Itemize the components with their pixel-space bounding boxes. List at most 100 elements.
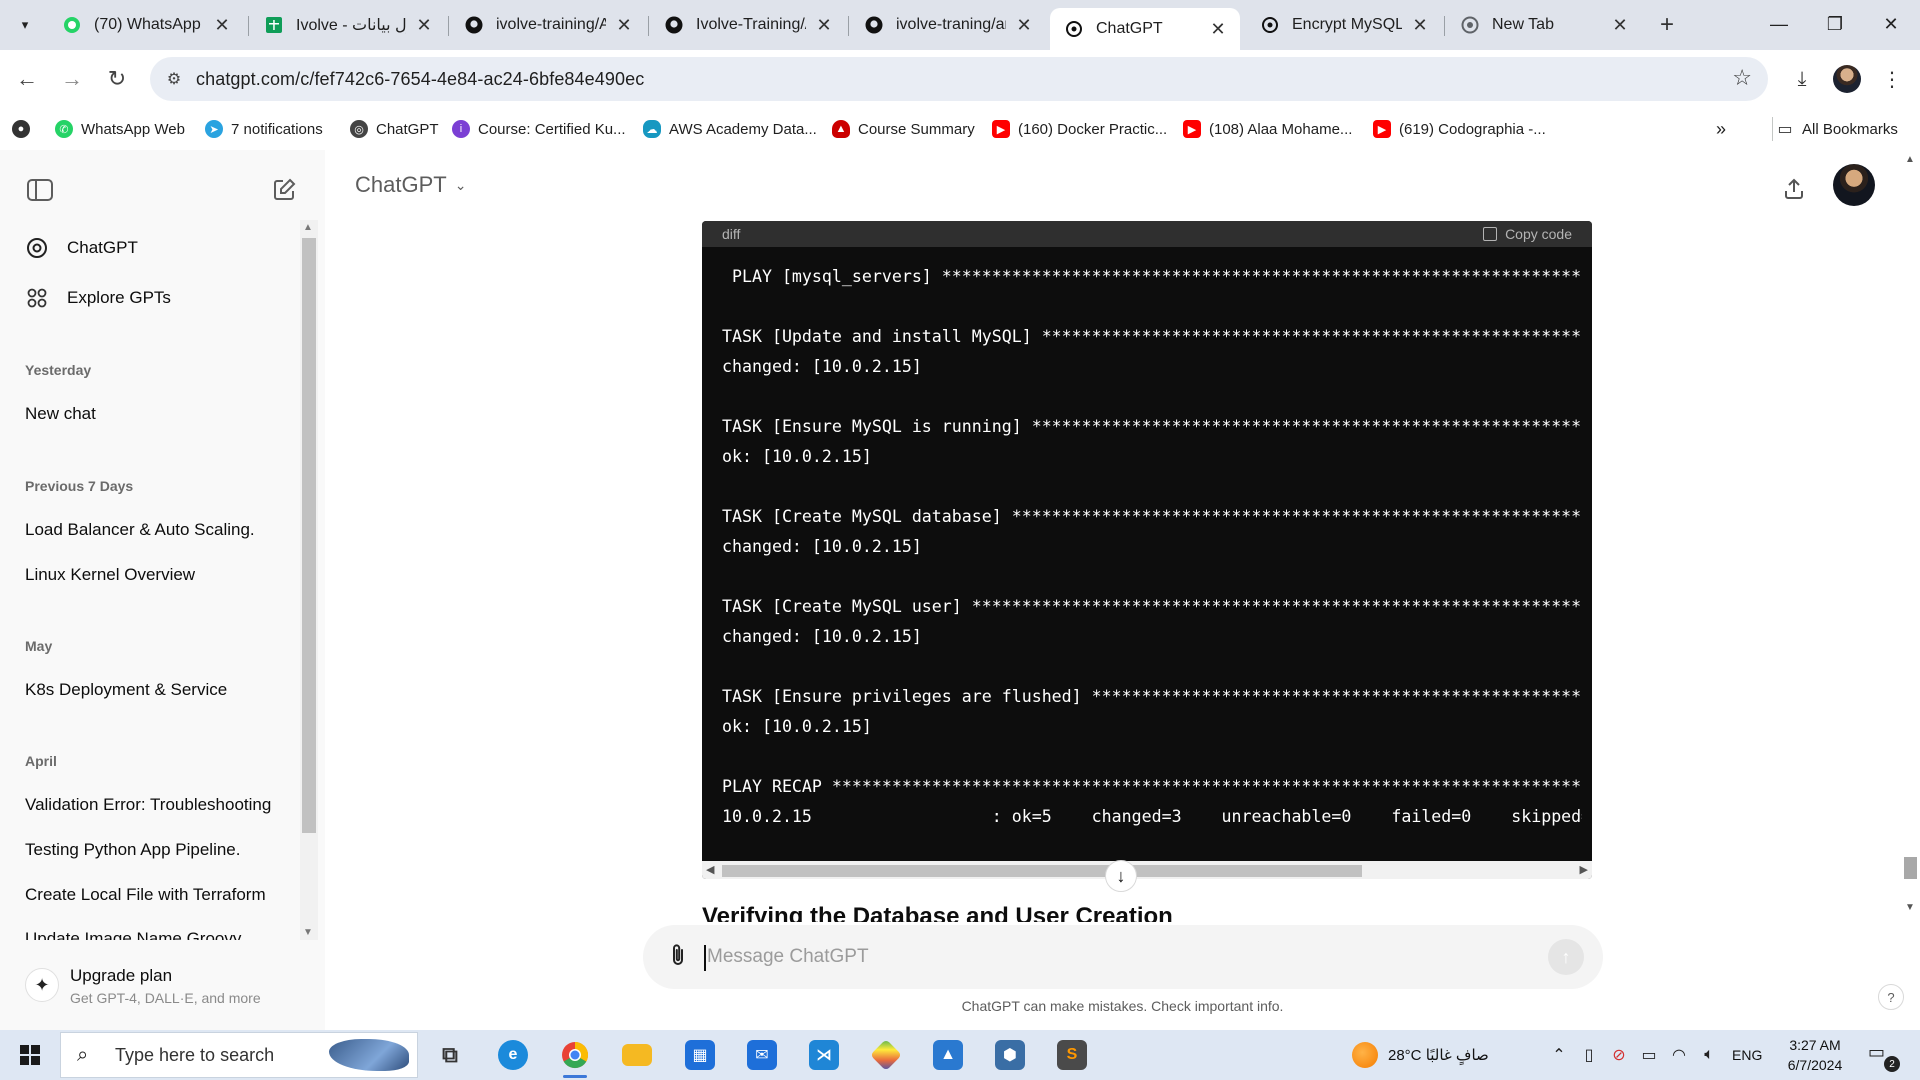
chat-history-item[interactable]: New chat [25, 404, 285, 424]
device-icon[interactable]: ▯ [1578, 1044, 1600, 1066]
restore-button[interactable]: ❐ [1806, 0, 1864, 48]
address-bar[interactable]: ⚙ chatgpt.com/c/fef742c6-7654-4e84-ac24-… [150, 57, 1768, 101]
download-icon[interactable]: ⤓ [1785, 62, 1819, 96]
bookmark-chatgpt[interactable]: ◎ ChatGPT [350, 116, 439, 142]
close-icon[interactable]: ✕ [1014, 15, 1034, 36]
forward-button[interactable]: → [55, 62, 89, 96]
scroll-to-bottom-button[interactable]: ↓ [1105, 860, 1137, 892]
bookmark-aws-academy[interactable]: ☁ AWS Academy Data... [643, 116, 817, 142]
all-bookmarks-button[interactable]: ▭ All Bookmarks [1776, 116, 1897, 142]
scroll-down-arrow-icon[interactable]: ▼ [303, 927, 313, 938]
sidebar-item-chatgpt[interactable]: ChatGPT [25, 230, 138, 266]
sidebar-scrollbar[interactable]: ▲ ▼ [300, 220, 318, 940]
profile-avatar[interactable] [1830, 62, 1864, 96]
code-horizontal-scrollbar[interactable]: ◀ ▶ [702, 861, 1592, 879]
tab-whatsapp[interactable]: (70) WhatsApp ✕ [48, 8, 244, 42]
close-icon[interactable]: ✕ [414, 15, 434, 36]
volume-icon[interactable]: 🔈︎ [1698, 1044, 1720, 1066]
copy-code-button[interactable]: Copy code [1483, 226, 1572, 242]
reload-button[interactable]: ↻ [100, 62, 134, 96]
chat-history-item[interactable]: Update Image Name Groovy [25, 928, 285, 940]
chat-history-item[interactable]: Create Local File with Terraform [25, 885, 285, 905]
chat-history-item[interactable]: Load Balancer & Auto Scaling. [25, 520, 285, 540]
sidebar-scrollbar-thumb[interactable] [302, 238, 316, 833]
page-scrollbar-thumb[interactable] [1904, 857, 1917, 879]
tab-github-1[interactable]: ivolve-training/A ✕ [450, 8, 646, 42]
taskbar-mail[interactable]: ✉ [742, 1035, 782, 1075]
model-selector[interactable]: ChatGPT ⌄ [355, 172, 466, 198]
page-scrollbar[interactable]: ▲ ▼ [1901, 150, 1920, 920]
chevron-up-icon[interactable]: ⌃ [1548, 1044, 1570, 1066]
bookmark-ubuntu[interactable]: ● [12, 116, 38, 142]
tab-encrypt-mysql[interactable]: Encrypt MySQL v ✕ [1246, 8, 1442, 42]
tab-github-3[interactable]: ivolve-traning/ar ✕ [850, 8, 1046, 42]
tab-github-2[interactable]: Ivolve-Training/A ✕ [650, 8, 846, 42]
taskbar-vscode[interactable]: ⋊ [804, 1035, 844, 1075]
taskbar-photos[interactable]: ▲ [928, 1035, 968, 1075]
bookmark-whatsapp-web[interactable]: ✆ WhatsApp Web [55, 116, 185, 142]
browser-menu-icon[interactable]: ⋮ [1875, 62, 1909, 96]
chat-history-item[interactable]: Validation Error: Troubleshooting [25, 795, 285, 815]
close-icon[interactable]: ✕ [1610, 15, 1630, 36]
bookmark-course-certified[interactable]: i Course: Certified Ku... [452, 116, 626, 142]
wifi-icon[interactable]: ◠ [1668, 1044, 1690, 1066]
close-icon[interactable]: ✕ [1410, 15, 1430, 36]
tab-ivolve-sheet[interactable]: Ivolve - ول بيانات ✕ [250, 8, 446, 42]
clock[interactable]: 3:27 AM 6/7/2024 [1775, 1035, 1855, 1075]
chat-history-item[interactable]: K8s Deployment & Service [25, 680, 285, 700]
taskbar-file-explorer[interactable] [617, 1035, 657, 1075]
taskbar-edge[interactable]: e [493, 1035, 533, 1075]
share-icon[interactable] [1777, 172, 1811, 206]
tab-search-button[interactable]: ▾ [10, 10, 40, 40]
bookmark-course-summary[interactable]: ▲ Course Summary [832, 116, 975, 142]
close-window-button[interactable]: ✕ [1862, 0, 1920, 48]
message-input[interactable] [707, 941, 1507, 973]
taskbar-store[interactable]: ▦ [680, 1035, 720, 1075]
more-bookmarks-icon[interactable]: » [1716, 116, 1726, 142]
taskbar-virtualbox[interactable]: ⬢ [990, 1035, 1030, 1075]
battery-icon[interactable]: ▭ [1638, 1044, 1660, 1066]
close-icon[interactable]: ✕ [212, 15, 232, 36]
chat-history-item[interactable]: Linux Kernel Overview [25, 565, 285, 585]
bookmark-alaa-mohamed[interactable]: ▶ (108) Alaa Mohame... [1183, 116, 1352, 142]
notification-center-icon[interactable]: ▭ 2 [1868, 1042, 1900, 1072]
toggle-sidebar-icon[interactable] [22, 172, 58, 208]
language-indicator[interactable]: ENG [1732, 1030, 1762, 1080]
bookmark-telegram[interactable]: ➤ 7 notifications [205, 116, 323, 142]
minimize-button[interactable]: — [1750, 0, 1808, 48]
close-icon[interactable]: ✕ [1208, 19, 1228, 40]
network-error-icon[interactable]: ⊘ [1608, 1044, 1630, 1066]
paperclip-icon[interactable] [663, 941, 693, 971]
upgrade-plan-button[interactable]: ✦ Upgrade plan Get GPT-4, DALL·E, and mo… [25, 958, 295, 1014]
bookmark-codographia[interactable]: ▶ (619) Codographia -... [1373, 116, 1546, 142]
new-chat-icon[interactable] [266, 172, 302, 208]
taskbar-search[interactable]: ⌕ Type here to search [60, 1032, 418, 1078]
close-icon[interactable]: ✕ [614, 15, 634, 36]
scroll-right-arrow-icon[interactable]: ▶ [1580, 863, 1588, 876]
scroll-down-arrow-icon[interactable]: ▼ [1905, 902, 1915, 913]
taskbar-chrome[interactable] [555, 1035, 595, 1078]
user-avatar[interactable] [1833, 164, 1875, 206]
taskbar-colorful-app[interactable] [866, 1035, 906, 1075]
weather-widget[interactable]: 28°C صافٍ غالبًا [1352, 1030, 1489, 1080]
taskbar-task-view[interactable]: ⧉ [430, 1035, 470, 1075]
scroll-up-arrow-icon[interactable]: ▲ [303, 222, 313, 233]
url-text[interactable]: chatgpt.com/c/fef742c6-7654-4e84-ac24-6b… [196, 69, 644, 90]
taskbar-sublime[interactable]: S [1052, 1035, 1092, 1075]
send-button[interactable]: ↑ [1548, 939, 1584, 975]
sidebar-item-explore-gpts[interactable]: Explore GPTs [25, 280, 171, 316]
help-button[interactable]: ? [1878, 984, 1904, 1010]
bookmark-docker-practice[interactable]: ▶ (160) Docker Practic... [992, 116, 1167, 142]
start-button[interactable] [10, 1038, 50, 1072]
tab-new-tab[interactable]: New Tab ✕ [1446, 8, 1642, 42]
back-button[interactable]: ← [10, 62, 44, 96]
scroll-up-arrow-icon[interactable]: ▲ [1905, 154, 1915, 165]
new-tab-button[interactable]: + [1652, 10, 1682, 40]
scroll-left-arrow-icon[interactable]: ◀ [706, 863, 714, 876]
site-settings-icon[interactable]: ⚙ [160, 65, 188, 93]
code-scrollbar-thumb[interactable] [722, 865, 1362, 877]
close-icon[interactable]: ✕ [814, 15, 834, 36]
chat-history-item[interactable]: Testing Python App Pipeline. [25, 840, 285, 860]
tab-chatgpt-active[interactable]: ChatGPT ✕ [1050, 8, 1240, 50]
bookmark-star-icon[interactable]: ☆ [1732, 65, 1752, 91]
